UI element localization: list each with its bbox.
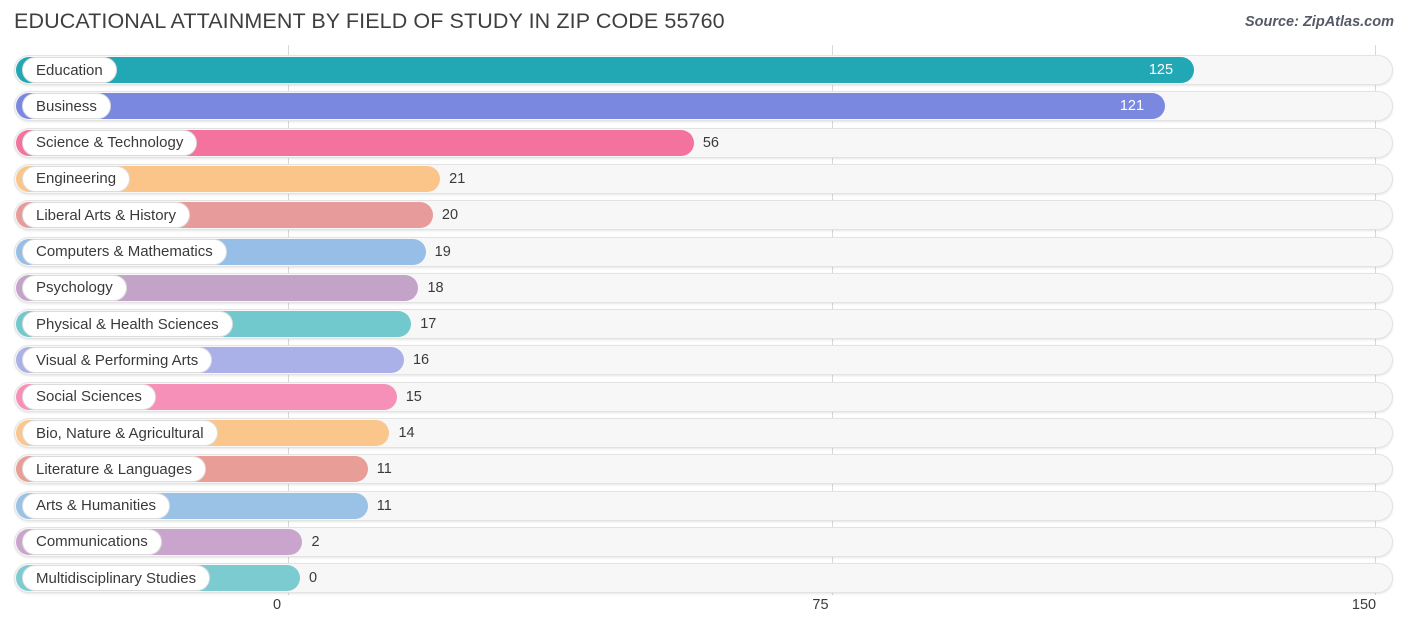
category-label: Education	[36, 61, 103, 79]
category-label-pill: Physical & Health Sciences	[22, 311, 233, 338]
bar-value-label: 15	[405, 388, 422, 405]
chart-row: Business 121	[0, 91, 1406, 122]
bar-value-label: 19	[434, 243, 451, 260]
chart-row: Science & Technology 56	[0, 127, 1406, 158]
chart-row: Education 125	[0, 55, 1406, 85]
chart-plot-area: Education 125 Business 121 Science & Technol…	[0, 45, 1406, 595]
chart-row: Bio, Nature & Agricultural 14	[0, 418, 1406, 448]
category-label: Bio, Nature & Agricultural	[36, 424, 204, 442]
category-label-pill: Literature & Languages	[22, 456, 206, 483]
bar-value-label: 16	[412, 352, 430, 369]
category-label-pill: Visual & Performing Arts	[22, 347, 213, 374]
category-label: Engineering	[36, 170, 117, 188]
page-title: EDUCATIONAL ATTAINMENT BY FIELD OF STUDY…	[14, 9, 725, 33]
bar-value-label: 11	[376, 461, 392, 478]
category-label: Arts & Humanities	[36, 497, 157, 515]
category-label: Visual & Performing Arts	[36, 351, 199, 369]
x-axis: 0 75 150	[0, 595, 1406, 631]
chart-row: Multidisciplinary Studies 0	[0, 563, 1406, 594]
category-label-pill: Psychology	[22, 274, 127, 301]
chart-row: Literature & Languages 11	[0, 454, 1406, 485]
category-label-pill: Communications	[22, 528, 162, 555]
category-label-pill: Engineering	[22, 165, 131, 192]
category-label: Physical & Health Sciences	[36, 315, 219, 333]
bar-value-label: 56	[702, 134, 719, 151]
chart-header: EDUCATIONAL ATTAINMENT BY FIELD OF STUDY…	[0, 0, 1406, 45]
category-label: Psychology	[36, 279, 113, 297]
category-label: Communications	[36, 533, 148, 551]
category-label: Literature & Languages	[36, 460, 192, 478]
category-label-pill: Education	[22, 57, 117, 83]
chart-row: Engineering 21	[0, 163, 1406, 194]
category-label-pill: Business	[22, 93, 111, 120]
bar[interactable]	[16, 93, 1165, 120]
chart-row: Physical & Health Sciences 17	[0, 309, 1406, 340]
category-label-pill: Social Sciences	[22, 383, 156, 410]
category-label: Social Sciences	[36, 388, 142, 406]
category-label: Science & Technology	[36, 134, 184, 152]
category-label-pill: Science & Technology	[22, 129, 198, 156]
category-label: Computers & Mathematics	[36, 243, 213, 260]
category-label-pill: Computers & Mathematics	[22, 238, 227, 265]
bar-value-label: 0	[309, 570, 318, 587]
category-label-pill: Arts & Humanities	[22, 492, 171, 519]
x-tick-label: 150	[1351, 597, 1377, 613]
source-attribution: Source: ZipAtlas.com	[1244, 14, 1394, 30]
bar-value-label: 121	[1119, 98, 1145, 115]
category-label: Liberal Arts & History	[36, 206, 177, 224]
bar[interactable]	[16, 57, 1194, 83]
chart-row: Communications 2	[0, 526, 1406, 557]
chart-row: Arts & Humanities 11	[0, 490, 1406, 521]
category-label: Business	[36, 97, 97, 115]
chart-row: Computers & Mathematics 19	[0, 236, 1406, 267]
chart-row: Social Sciences 15	[0, 381, 1406, 412]
chart-row: Psychology 18	[0, 272, 1406, 303]
chart-row: Visual & Performing Arts 16	[0, 345, 1406, 376]
bar-value-label: 21	[449, 170, 466, 187]
bar-value-label: 11	[376, 497, 392, 514]
bar-value-label: 14	[398, 425, 415, 441]
bar-value-label: 17	[420, 316, 437, 333]
x-tick-label: 0	[272, 597, 282, 613]
bar-value-label: 20	[441, 207, 459, 224]
bar-value-label: 125	[1148, 62, 1174, 78]
category-label-pill: Bio, Nature & Agricultural	[22, 420, 218, 446]
chart-row: Liberal Arts & History 20	[0, 200, 1406, 231]
bar-value-label: 2	[311, 533, 320, 550]
category-label-pill: Multidisciplinary Studies	[22, 565, 211, 592]
bar-value-label: 18	[427, 279, 444, 296]
category-label-pill: Liberal Arts & History	[22, 202, 191, 229]
x-tick-label: 75	[812, 597, 829, 613]
category-label: Multidisciplinary Studies	[36, 569, 197, 587]
